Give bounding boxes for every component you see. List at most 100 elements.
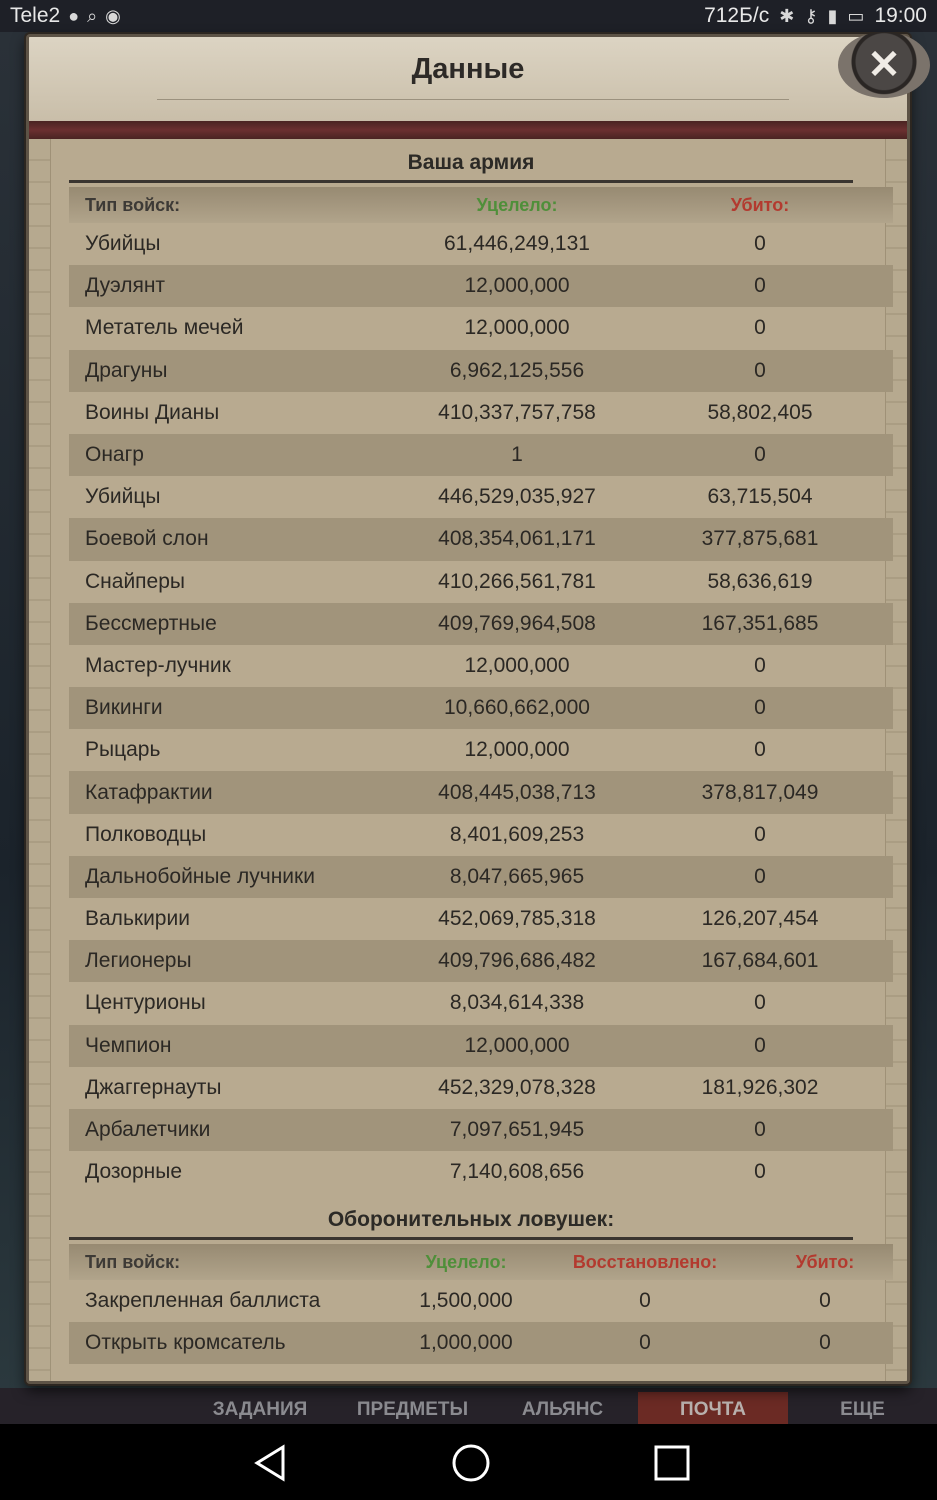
unit-killed: 63,715,504 (707, 485, 813, 509)
key-icon: ⚷ (804, 5, 818, 26)
unit-name: Арбалетчики (85, 1118, 211, 1142)
table-row: Воины Дианы 410,337,757,758 58,802,405 (69, 392, 893, 434)
unit-killed: 167,684,601 (701, 949, 819, 973)
table-row: Валькирии 452,069,785,318 126,207,454 (69, 898, 893, 940)
unit-survived: 408,354,061,171 (438, 527, 596, 551)
unit-survived: 8,047,665,965 (449, 864, 585, 888)
table-row: Убийцы 446,529,035,927 63,715,504 (69, 476, 893, 518)
unit-killed: 0 (754, 274, 766, 298)
unit-survived: 452,329,078,328 (438, 1075, 596, 1099)
tab-alliance[interactable]: АЛЬЯНС (495, 1392, 630, 1424)
unit-survived: 12,000,000 (464, 653, 570, 677)
table-row: Боевой слон 408,354,061,171 377,875,681 (69, 518, 893, 561)
army-rows: Убийцы 61,446,249,131 0 Дуэлянт 12,000,000 0 М… (69, 223, 893, 1193)
unit-name: Бессмертные (85, 611, 217, 635)
recents-icon[interactable] (647, 1438, 697, 1488)
unit-survived: 8,034,614,338 (449, 991, 585, 1015)
traps-table-header: Тип войск: Уцелело: Восстановлено: Убито… (69, 1244, 893, 1280)
unit-name: Валькирии (85, 907, 190, 931)
unit-killed: 0 (754, 864, 766, 888)
unit-name: Дозорные (85, 1160, 183, 1184)
unit-survived: 452,069,785,318 (438, 907, 596, 931)
unit-name: Убийцы (85, 232, 161, 256)
bluetooth-icon: ✱ (779, 5, 795, 26)
close-button[interactable]: ✕ (838, 32, 930, 98)
trap-restored: 0 (639, 1289, 651, 1313)
tab-mail[interactable]: ПОЧТА (638, 1392, 788, 1424)
unit-name: Дальнобойные лучники (85, 864, 315, 888)
tab-items[interactable]: ПРЕДМЕТЫ (340, 1392, 485, 1424)
unit-survived: 1 (511, 443, 523, 467)
unit-name: Центурионы (85, 991, 206, 1015)
unit-name: Снайперы (85, 569, 185, 593)
traps-table: Тип войск: Уцелело: Восстановлено: Убито… (69, 1244, 893, 1365)
table-row: Джаггернауты 452,329,078,328 181,926,302 (69, 1067, 893, 1109)
header-band (29, 121, 907, 139)
tab-more[interactable]: ЕЩЕ (795, 1392, 930, 1424)
left-ornament (29, 139, 51, 1381)
unit-survived: 61,446,249,131 (444, 232, 590, 256)
unit-name: Онагр (85, 443, 144, 467)
unit-name: Джаггернауты (85, 1075, 222, 1099)
unit-killed: 0 (754, 653, 766, 677)
unit-killed: 0 (754, 358, 766, 382)
back-icon[interactable] (246, 1438, 296, 1488)
tab-quests[interactable]: ЗАДАНИЯ (190, 1392, 330, 1424)
table-row: Центурионы 8,034,614,338 0 (69, 982, 893, 1024)
unit-name: Полководцы (85, 822, 207, 846)
table-row: Закрепленная баллиста 1,500,000 0 0 (69, 1280, 893, 1322)
table-row: Чемпион 12,000,000 0 (69, 1024, 893, 1067)
unit-name: Викинги (85, 696, 163, 720)
unit-name: Драгуны (85, 358, 168, 382)
unit-survived: 409,796,686,482 (438, 949, 596, 973)
col-killed: Убито: (730, 194, 790, 215)
army-section-divider (69, 180, 853, 183)
table-row: Рыцарь 12,000,000 0 (69, 729, 893, 771)
table-row: Бессмертные 409,769,964,508 167,351,685 (69, 602, 893, 645)
search-icon: ⌕ (87, 5, 98, 26)
unit-name: Легионеры (85, 949, 192, 973)
unit-killed: 0 (754, 822, 766, 846)
table-row: Катафрактии 408,445,038,713 378,817,049 (69, 771, 893, 814)
unit-survived: 410,266,561,781 (438, 569, 596, 593)
unit-name: Боевой слон (85, 527, 209, 551)
unit-survived: 10,660,662,000 (444, 696, 590, 720)
trap-killed: 0 (819, 1289, 831, 1313)
home-icon[interactable] (446, 1438, 496, 1488)
unit-killed: 58,636,619 (707, 569, 813, 593)
traps-section-divider (69, 1237, 853, 1240)
app-icon: ◉ (105, 5, 121, 26)
unit-survived: 12,000,000 (464, 274, 570, 298)
col-restored: Восстановлено: (572, 1251, 718, 1272)
unit-killed: 0 (754, 738, 766, 762)
army-table: Тип войск: Уцелело: Убито: Убийцы 61,446,… (69, 187, 893, 1193)
title-divider (157, 99, 789, 100)
table-row: Убийцы 61,446,249,131 0 (69, 223, 893, 265)
unit-survived: 8,401,609,253 (449, 822, 585, 846)
status-bar: Tele2 ● ⌕ ◉ 712Б/с ✱ ⚷ ▮ ▭ 19:00 (0, 0, 937, 32)
table-row: Викинги 10,660,662,000 0 (69, 687, 893, 730)
table-row: Метатель мечей 12,000,000 0 (69, 307, 893, 349)
carrier-label: Tele2 (10, 4, 61, 27)
report-dialog: Данные Ваша армия Тип войск: Уцелело: Уб… (26, 34, 910, 1384)
table-row: Дозорные 7,140,608,656 0 (69, 1151, 893, 1193)
unit-name: Рыцарь (85, 738, 161, 762)
traps-section-title: Оборонительных ловушек: (327, 1208, 615, 1231)
unit-name: Катафрактии (85, 780, 213, 804)
drop-icon: ● (68, 5, 80, 26)
table-row: Дуэлянт 12,000,000 0 (69, 265, 893, 308)
table-row: Арбалетчики 7,097,651,945 0 (69, 1108, 893, 1152)
unit-survived: 7,140,608,656 (449, 1160, 585, 1184)
unit-survived: 6,962,125,556 (449, 358, 585, 382)
unit-killed: 181,926,302 (701, 1075, 819, 1099)
unit-survived: 12,000,000 (464, 316, 570, 340)
unit-name: Метатель мечей (85, 316, 244, 340)
unit-survived: 12,000,000 (464, 1033, 570, 1057)
col-survived: Уцелело: (476, 194, 558, 215)
trap-survived: 1,000,000 (419, 1331, 513, 1355)
unit-killed: 0 (754, 232, 766, 256)
col-type: Тип войск: (85, 1251, 181, 1272)
battery-icon: ▭ (847, 5, 865, 26)
unit-name: Мастер-лучник (85, 653, 231, 677)
unit-killed: 0 (754, 1160, 766, 1184)
